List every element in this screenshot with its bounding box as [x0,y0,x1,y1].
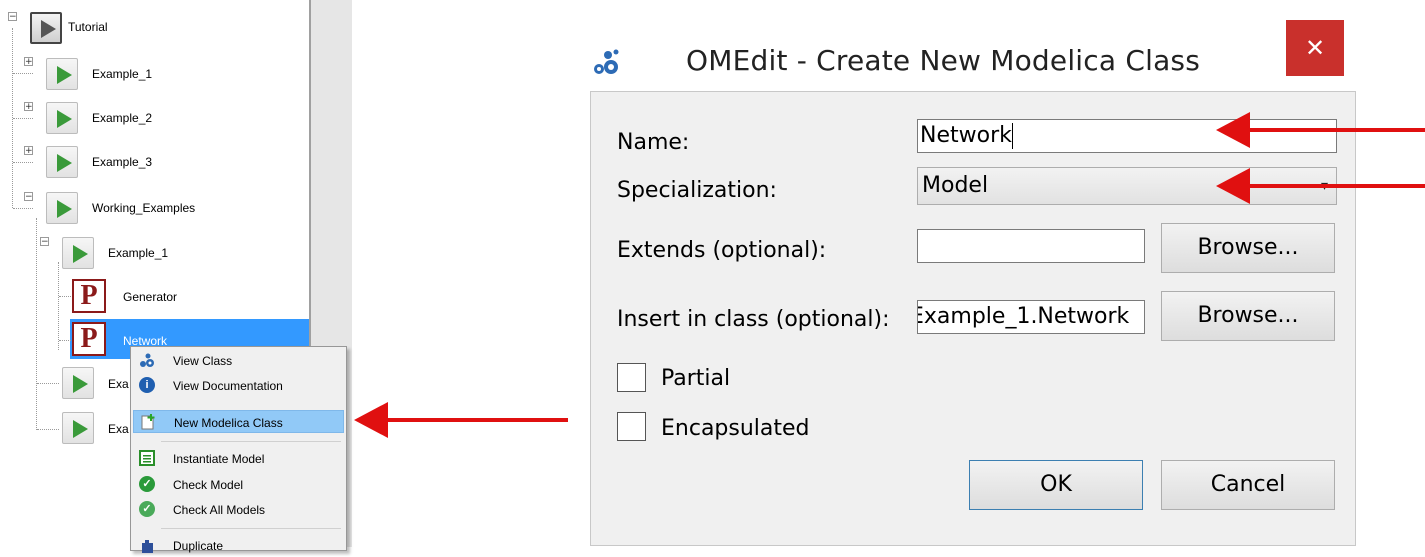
name-label: Name: [617,130,690,155]
duplicate-icon [142,540,153,553]
partial-label: Partial [661,366,731,391]
tree-item-generator[interactable]: Generator [123,290,177,304]
extends-browse-button[interactable]: Browse... [1161,223,1335,273]
menu-separator [161,528,341,529]
specialization-label: Specialization: [617,178,777,203]
package-icon [30,12,62,44]
tree-item-exa[interactable]: Exa [108,377,129,391]
encapsulated-label: Encapsulated [661,416,810,441]
dialog-body: Name: Network Specialization: Model ▾ Ex… [590,91,1356,546]
menu-item-label: New Modelica Class [174,416,283,430]
annotation-arrow [1216,168,1425,204]
menu-item-label: View Class [173,354,233,368]
annotation-arrow [1216,112,1425,148]
tree-item-example-2[interactable]: Example_2 [92,111,152,125]
insert-in-class-input[interactable]: Example_1.Network [917,300,1145,334]
menu-separator [161,441,341,442]
menu-item-check-model[interactable]: ✓ Check Model [133,473,344,496]
menu-item-view-documentation[interactable]: i View Documentation [133,374,344,397]
context-menu: View Class i View Documentation New Mode… [130,346,347,553]
annotation-arrow [354,402,568,438]
class-icon [140,353,154,367]
ok-button[interactable]: OK [969,460,1143,510]
model-icon [46,58,78,90]
collapse-toggle[interactable]: − [40,237,49,247]
menu-item-label: Duplicate [173,539,224,553]
create-class-dialog: OMEdit - Create New Modelica Class ✕ Nam… [574,0,1371,547]
menu-item-check-all-models[interactable]: ✓ Check All Models [133,498,344,521]
menu-item-duplicate[interactable]: Duplicate [133,534,344,557]
menu-item-view-class[interactable]: View Class [133,349,344,372]
partial-checkbox[interactable] [617,363,646,392]
tree-item-example-3[interactable]: Example_3 [92,155,152,169]
menu-item-new-modelica-class[interactable]: New Modelica Class [133,410,344,433]
menu-item-label: Check All Models [173,503,266,517]
extends-input[interactable] [917,229,1145,263]
menu-item-instantiate-model[interactable]: Instantiate Model [133,447,344,470]
check-icon: ✓ [139,476,155,492]
model-icon [46,192,78,224]
instantiate-icon [139,450,155,466]
extends-label: Extends (optional): [617,238,827,263]
tree-line [58,262,59,350]
expand-toggle[interactable]: + [24,102,33,112]
tree-line [36,218,37,430]
menu-item-label: Instantiate Model [173,452,265,466]
omedit-logo-icon [594,49,619,74]
model-icon [62,237,94,269]
insert-in-class-label: Insert in class (optional): [617,307,890,332]
tree-item-example-1-nested[interactable]: Example_1 [108,246,168,260]
collapse-toggle[interactable]: − [24,192,33,202]
insert-browse-button[interactable]: Browse... [1161,291,1335,341]
model-icon [62,367,94,399]
expand-toggle[interactable]: + [24,146,33,156]
package-p-icon: P [72,322,106,356]
tree-item-example-1[interactable]: Example_1 [92,67,152,81]
tree-item-working-examples[interactable]: Working_Examples [92,201,195,215]
specialization-value: Model [922,173,989,198]
model-icon [62,412,94,444]
model-icon [46,146,78,178]
model-icon [46,102,78,134]
dialog-title: OMEdit - Create New Modelica Class [686,44,1200,77]
package-p-icon: P [72,279,106,313]
collapse-toggle[interactable]: − [8,12,17,22]
encapsulated-checkbox[interactable] [617,412,646,441]
new-class-icon [141,414,155,430]
expand-toggle[interactable]: + [24,57,33,67]
cancel-button[interactable]: Cancel [1161,460,1335,510]
check-all-icon: ✓ [139,501,155,517]
tree-item-tutorial[interactable]: Tutorial [68,20,108,34]
tree-item-exa[interactable]: Exa [108,422,129,436]
close-button[interactable]: ✕ [1286,20,1344,76]
menu-item-label: View Documentation [173,379,283,393]
menu-item-label: Check Model [173,478,244,492]
info-icon: i [139,377,155,393]
